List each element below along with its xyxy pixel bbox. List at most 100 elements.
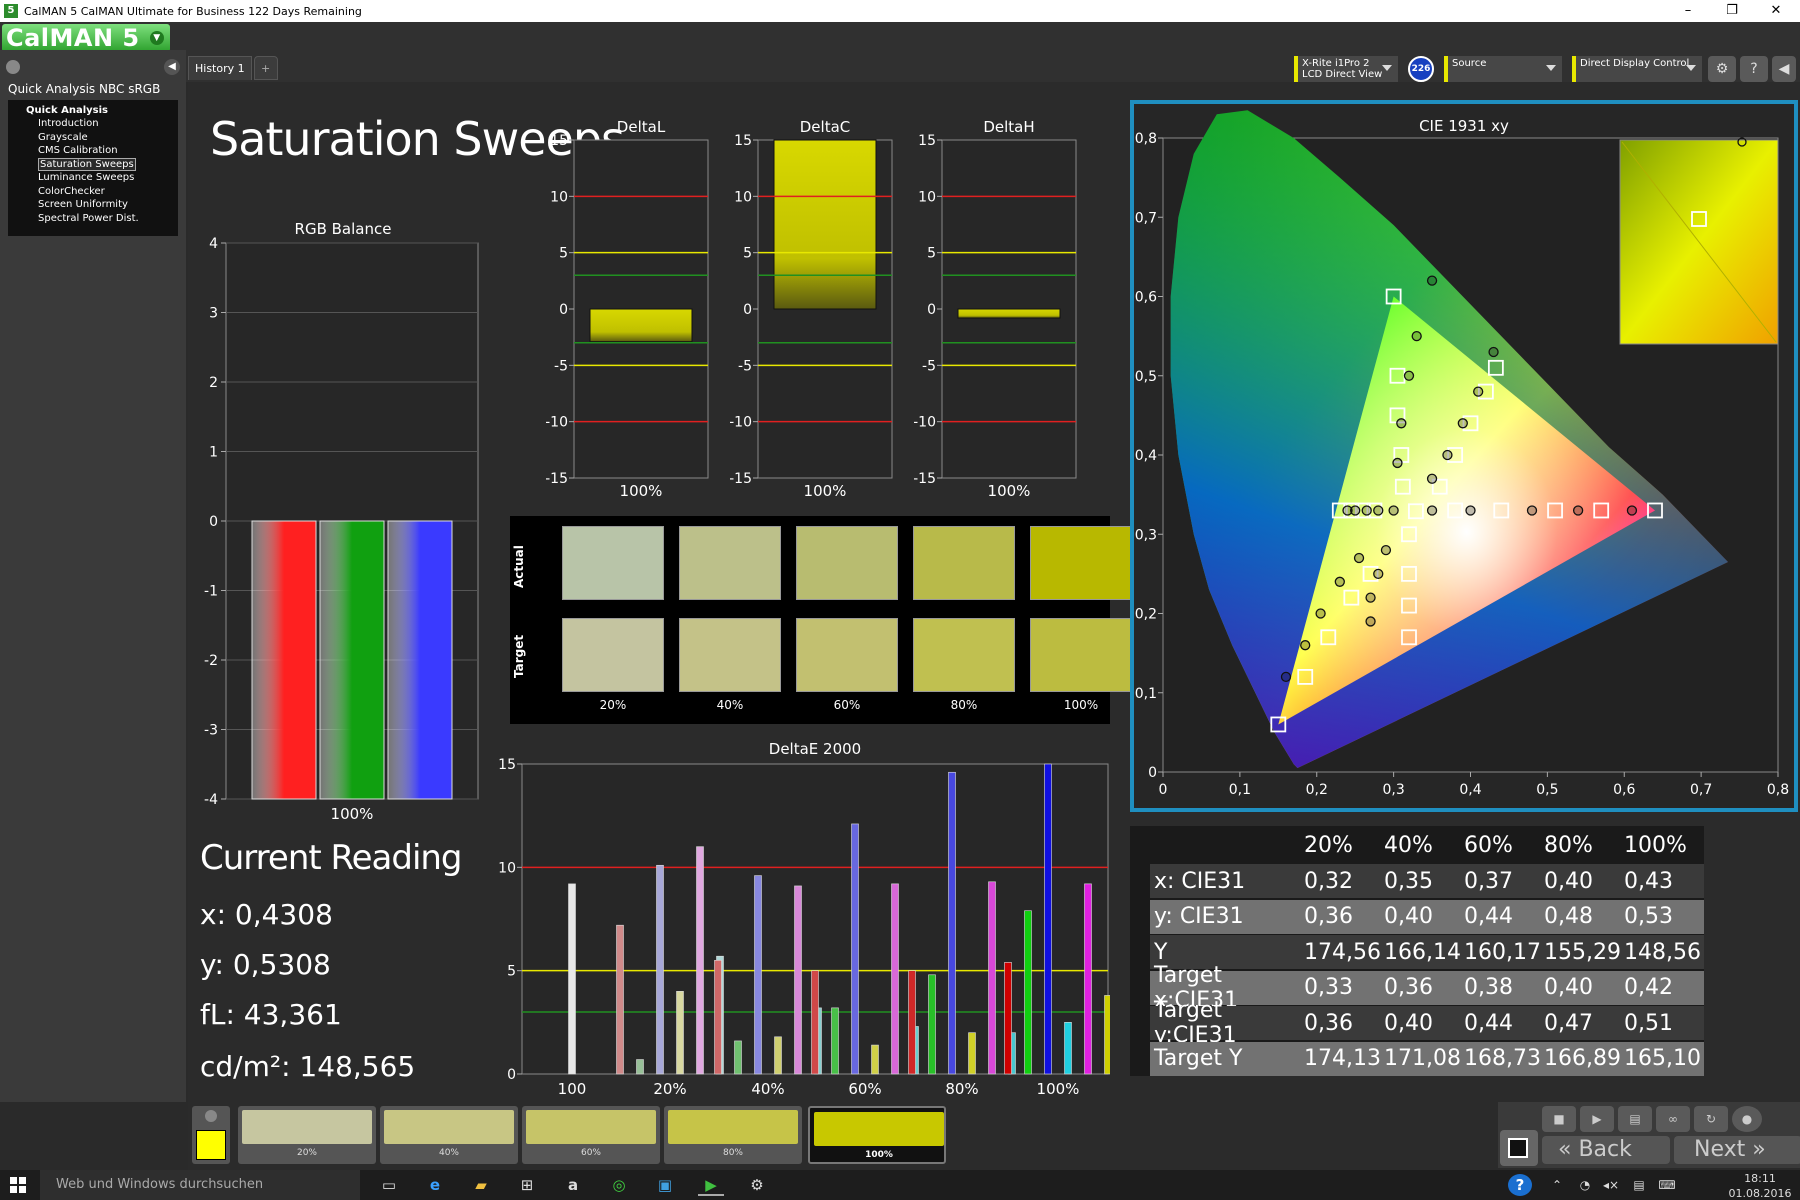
stop-sequence-button[interactable]: ■	[1542, 1106, 1576, 1132]
next-label: Next	[1694, 1137, 1746, 1162]
y-tick-label: 5	[927, 246, 936, 262]
store-icon[interactable]: ⊞	[514, 1174, 540, 1196]
settings-button[interactable]: ⚙	[1708, 56, 1736, 82]
tab-history-1[interactable]: History 1	[188, 56, 252, 80]
collapse-right-button[interactable]: ◀	[1772, 56, 1796, 82]
settings-taskbar-icon[interactable]: ⚙	[744, 1174, 770, 1196]
add-tab-button[interactable]: +	[253, 56, 278, 80]
windows-taskbar: Web und Windows durchsuchen ▭ e ▰ ⊞ a ◎ …	[0, 1170, 1800, 1200]
stop-button[interactable]	[1500, 1130, 1538, 1166]
measured-point	[1442, 449, 1453, 461]
y-tick-label: 0	[559, 302, 568, 318]
table-header-cell: 40%	[1384, 832, 1433, 858]
delta-bar	[773, 139, 877, 310]
meter-name: X-Rite i1Pro 2	[1302, 58, 1370, 69]
collapse-left-icon[interactable]: ◀	[164, 59, 180, 75]
table-cell: 0,44	[1464, 904, 1513, 929]
table-cell: 0,40	[1384, 904, 1433, 929]
refresh-icon: ↻	[1705, 1112, 1717, 1126]
patch-swatch-1[interactable]: 20%	[238, 1106, 376, 1164]
table-cell: 174,56	[1304, 939, 1381, 965]
calman-taskbar-icon[interactable]: ▶	[698, 1174, 724, 1196]
file-explorer-icon[interactable]: ▰	[468, 1174, 494, 1196]
back-button[interactable]: « Back	[1542, 1136, 1670, 1164]
infinity-icon: ∞	[1668, 1112, 1678, 1126]
notification-icon[interactable]: ▤	[1626, 1174, 1652, 1196]
patch-label: 60%	[833, 698, 861, 712]
calman-logo[interactable]: CalMAN 5 ▼	[2, 24, 170, 52]
minimize-button[interactable]: –	[1668, 0, 1708, 22]
meter-selector[interactable]: X-Rite i1Pro 2 LCD Direct View	[1294, 56, 1398, 82]
workflow-item-colorchecker[interactable]: ColorChecker	[8, 185, 178, 199]
chevron-up-icon[interactable]: ⌃	[1544, 1174, 1570, 1196]
y-tick-label: 0,5	[1135, 369, 1157, 385]
record-button[interactable]: ●	[1732, 1106, 1762, 1132]
task-view-icon[interactable]: ▭	[376, 1174, 402, 1196]
workflow-root[interactable]: Quick Analysis	[8, 104, 178, 117]
workflow-item-screen-uniformity[interactable]: Screen Uniformity	[8, 198, 178, 212]
category-label: 100%	[1037, 1080, 1080, 1098]
category-label: 20%	[653, 1080, 686, 1098]
display-selector[interactable]: Direct Display Control	[1572, 56, 1702, 82]
network-icon[interactable]: ◔	[1572, 1174, 1598, 1196]
source-selector[interactable]: Source	[1444, 56, 1562, 82]
y-tick-label: -15	[914, 471, 936, 487]
workflow-item-luminance-sweeps[interactable]: Luminance Sweeps	[8, 171, 178, 185]
app-icon-blue[interactable]: ▣	[652, 1174, 678, 1196]
close-button[interactable]: ✕	[1756, 0, 1796, 22]
category-label: 100	[558, 1080, 587, 1098]
patch-swatch-3[interactable]: 60%	[522, 1106, 660, 1164]
chevron-down-icon	[1686, 65, 1696, 71]
help-button[interactable]: ?	[1740, 56, 1768, 82]
table-cell: 0,37	[1464, 868, 1513, 894]
circle-icon: ●	[1741, 1112, 1753, 1126]
table-cell: 160,17	[1464, 939, 1541, 965]
table-cell: 166,89	[1544, 1046, 1621, 1071]
calman-app: 5 CalMAN 5 CalMAN Ultimate for Business …	[0, 0, 1800, 1200]
tripadvisor-icon[interactable]: ◎	[606, 1174, 632, 1196]
workflow-item-saturation-sweeps[interactable]: Saturation Sweeps	[8, 157, 178, 172]
y-tick-label: 2	[209, 375, 218, 391]
delta-e-bar	[636, 1059, 644, 1075]
keyboard-icon[interactable]: ⌨	[1654, 1174, 1680, 1196]
measured-point	[1488, 346, 1499, 358]
delta-e-bar	[754, 875, 762, 1075]
patch-label: 40%	[716, 698, 744, 712]
workflow-title: Quick Analysis NBC sRGB	[8, 82, 161, 96]
volume-icon[interactable]: ◂×	[1598, 1174, 1624, 1196]
refresh-button[interactable]: ↻	[1694, 1106, 1728, 1132]
meter-badge[interactable]: 226	[1408, 56, 1434, 82]
table-cell: 165,10	[1624, 1046, 1701, 1071]
table-cell: 0,36	[1384, 975, 1433, 1000]
workflow-item-introduction[interactable]: Introduction	[8, 117, 178, 131]
y-tick-label: 0,6	[1135, 290, 1157, 306]
workflow-item-cms-calibration[interactable]: CMS Calibration	[8, 144, 178, 158]
pin-icon[interactable]	[6, 60, 20, 74]
measured-point	[1411, 330, 1422, 342]
workflow-item-spectral-power[interactable]: Spectral Power Dist.	[8, 212, 178, 226]
y-tick-label: 0,2	[1135, 607, 1157, 623]
rgb-category-label: 100%	[331, 805, 374, 823]
chart-title: DeltaH	[983, 118, 1034, 136]
amazon-icon[interactable]: a	[560, 1174, 586, 1196]
row-label: Target y:CIE31	[1154, 998, 1237, 1048]
patch-swatch-2[interactable]: 40%	[380, 1106, 518, 1164]
windows-start-button[interactable]	[10, 1177, 26, 1193]
next-button[interactable]: Next »	[1674, 1136, 1800, 1164]
help-tray-icon[interactable]: ?	[1508, 1174, 1532, 1196]
measured-point	[1342, 505, 1353, 516]
workflow-item-grayscale[interactable]: Grayscale	[8, 131, 178, 145]
patch-swatch-5[interactable]: 100%	[808, 1106, 946, 1164]
play-button[interactable]: ▶	[1580, 1106, 1614, 1132]
delta-e-bar	[831, 1007, 839, 1075]
current-color-indicator	[192, 1106, 230, 1164]
edge-icon[interactable]: e	[422, 1174, 448, 1196]
continuous-button[interactable]: ∞	[1656, 1106, 1690, 1132]
delta-e-bar	[928, 974, 936, 1075]
patch-swatch-4[interactable]: 80%	[664, 1106, 802, 1164]
clock[interactable]: 18:11 01.08.2016	[1728, 1171, 1792, 1200]
taskbar-search-input[interactable]: Web und Windows durchsuchen	[40, 1170, 360, 1200]
maximize-button[interactable]: ❐	[1712, 0, 1752, 22]
delta-c-chart: DeltaC 15 10 5 0 -5 -10 -15 100%	[730, 118, 893, 500]
read-series-button[interactable]: ▤	[1618, 1106, 1652, 1132]
